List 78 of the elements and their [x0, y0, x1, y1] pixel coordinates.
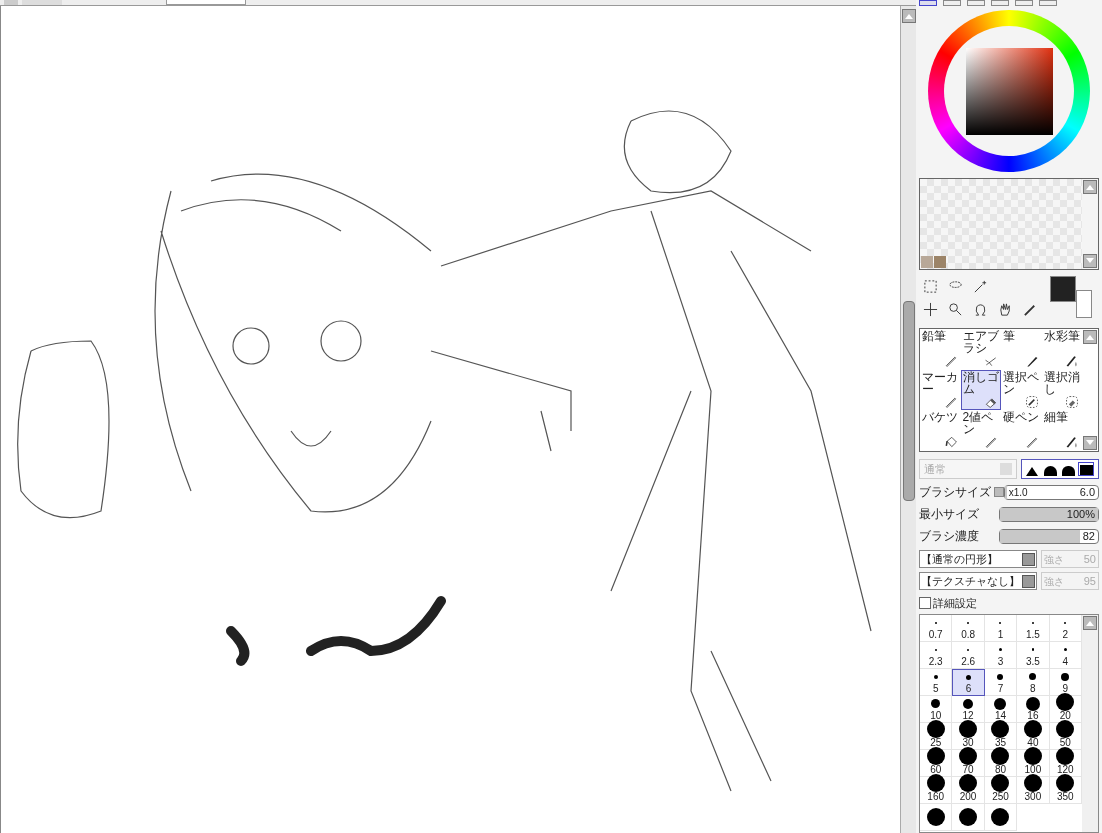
secondary-color-box[interactable]	[1076, 290, 1092, 318]
slider-label: 最小サイズ	[919, 506, 979, 523]
scroll-up-button[interactable]	[1083, 330, 1097, 344]
size-preset[interactable]: 0.8	[952, 615, 985, 642]
saturation-value-square[interactable]	[965, 47, 1053, 135]
checkbox-label: 詳細設定	[933, 595, 977, 611]
scroll-up-button[interactable]	[1083, 616, 1097, 630]
size-preset[interactable]: 7	[984, 669, 1018, 696]
size-preset[interactable]: 25	[920, 723, 953, 750]
scroll-up-button[interactable]	[901, 9, 916, 23]
size-preset[interactable]: 3	[984, 642, 1018, 669]
up-arrow-icon	[1086, 620, 1094, 626]
color-mode-tab[interactable]	[919, 0, 937, 6]
size-preset[interactable]: 0.7	[920, 615, 953, 642]
size-preset[interactable]: 1	[984, 615, 1018, 642]
down-arrow-icon	[1086, 440, 1094, 446]
brush-tool[interactable]: 消しゴム	[960, 369, 1001, 410]
size-preset[interactable]: 250	[984, 777, 1018, 804]
scroll-down-button[interactable]	[1083, 436, 1097, 450]
brush-tool[interactable]: 鉛筆	[920, 329, 961, 369]
vertical-scrollbar[interactable]	[900, 6, 916, 833]
color-swatch[interactable]	[921, 256, 933, 268]
size-preset[interactable]: 100	[1017, 750, 1050, 777]
scroll-up-button[interactable]	[1083, 180, 1097, 194]
down-arrow-icon	[1086, 258, 1094, 264]
color-mode-tab[interactable]	[991, 0, 1009, 6]
selection-eraser-icon	[1065, 394, 1079, 409]
brush-tool[interactable]: 選択消し	[1041, 369, 1082, 410]
brush-tool[interactable]: 筆	[1001, 329, 1042, 369]
up-arrow-icon	[1086, 184, 1094, 190]
brush-drop-icon	[1065, 354, 1079, 368]
size-preset[interactable]: 60	[920, 750, 953, 777]
size-preset[interactable]: 80	[984, 750, 1018, 777]
color-mode-tab[interactable]	[1039, 0, 1057, 6]
brush-tool[interactable]: 水彩筆	[1041, 329, 1082, 369]
brush-tool[interactable]: マーカー	[920, 369, 961, 410]
size-preset[interactable]: 35	[984, 723, 1018, 750]
size-preset[interactable]: 350	[1049, 777, 1082, 804]
size-preset[interactable]: 70	[952, 750, 985, 777]
pencil-icon	[943, 354, 958, 368]
size-preset[interactable]: 1.5	[1017, 615, 1050, 642]
brush-tool[interactable]: 硬ペン	[1001, 410, 1042, 451]
brush-tool[interactable]: 細筆	[1041, 410, 1082, 451]
size-preset[interactable]: 160	[920, 777, 953, 804]
color-mode-tab[interactable]	[1015, 0, 1033, 6]
up-arrow-icon	[1086, 334, 1094, 340]
scroll-down-button[interactable]	[1083, 254, 1097, 268]
size-preset[interactable]: 8	[1017, 669, 1050, 696]
size-preset[interactable]: 200	[952, 777, 985, 804]
slider-label: ブラシサイズ	[919, 484, 991, 501]
primary-color-box[interactable]	[1050, 276, 1076, 302]
size-preset[interactable]: 6	[952, 669, 985, 696]
slider-track[interactable]: 82	[999, 528, 1099, 544]
brush-tool[interactable]: バケツ	[920, 410, 961, 451]
brush-tool[interactable]: 選択ペン	[1001, 369, 1042, 410]
color-mode-tab[interactable]	[943, 0, 961, 6]
checkbox[interactable]	[919, 597, 931, 609]
color-swatch[interactable]	[934, 256, 946, 268]
size-preset[interactable]: 40	[1017, 723, 1050, 750]
selection-pen-icon	[1024, 394, 1039, 409]
size-preset[interactable]: 2.3	[920, 642, 953, 669]
brush-tool[interactable]: 2値ペン	[960, 410, 1001, 451]
size-preset[interactable]: 30	[952, 723, 985, 750]
multiplier-text: x1.0	[1008, 485, 1028, 500]
slider-value: 100%	[1066, 506, 1095, 522]
size-preset[interactable]: 300	[1017, 777, 1050, 804]
brush-shape-option[interactable]	[1078, 462, 1094, 476]
brush-tool[interactable]: エアブラシ	[960, 329, 1001, 369]
size-preset[interactable]: 3.5	[1017, 642, 1050, 669]
slider-value: 82	[1082, 528, 1095, 544]
scrollbar-thumb[interactable]	[902, 301, 915, 501]
slider-track[interactable]: 100%	[999, 506, 1099, 522]
slider-value: 6.0	[1079, 484, 1095, 500]
slider-label: ブラシ濃度	[919, 528, 979, 545]
color-mode-tab[interactable]	[967, 0, 985, 6]
slider-track[interactable]: x1.0 6.0	[1003, 484, 1099, 500]
brush-drop-icon	[1065, 435, 1079, 450]
up-arrow-icon	[904, 13, 913, 19]
